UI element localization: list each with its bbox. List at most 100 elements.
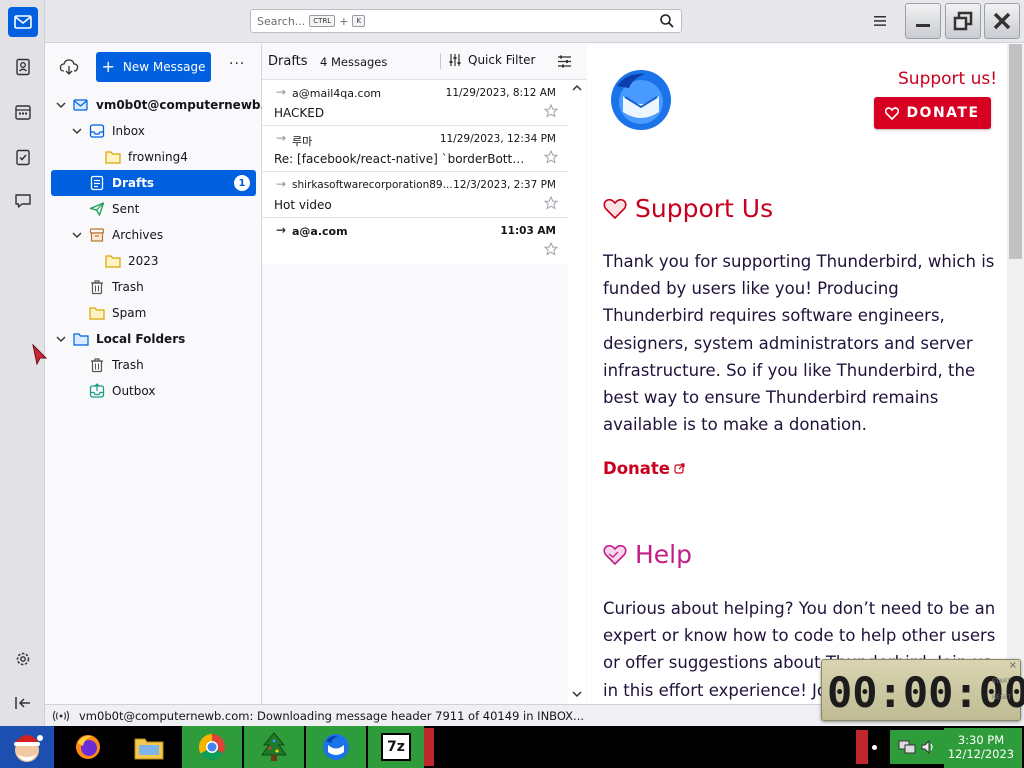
firefox-taskbar-button[interactable] (68, 726, 108, 768)
tasks-button[interactable] (8, 142, 38, 172)
online-status-icon[interactable] (53, 710, 69, 722)
status-text: vm0b0t@computernewb.com: Downloading mes… (79, 708, 585, 723)
chevron-down-icon[interactable] (55, 333, 67, 345)
folder-row-frowning4[interactable]: frowning4 (51, 144, 256, 170)
chevron-down-icon[interactable] (71, 229, 83, 241)
folder-row-local-trash[interactable]: Trash (51, 352, 256, 378)
message-row[interactable]: → 루마 11/29/2023, 12:34 PM Re: [facebook/… (262, 126, 568, 172)
quick-filter-button[interactable]: Quick Filter (448, 53, 535, 67)
star-icon[interactable] (544, 242, 558, 256)
star-icon[interactable] (544, 104, 558, 118)
message-subject: HACKED (274, 106, 325, 120)
external-link-icon (674, 463, 685, 474)
star-icon[interactable] (544, 150, 558, 164)
shortcut-plus: + (339, 14, 349, 28)
donate-link[interactable]: Donate (603, 459, 685, 478)
close-button[interactable] (984, 3, 1020, 39)
draft-arrow-icon: → (276, 85, 287, 99)
thunderbird-window: Search... CTRL + K + New Message ··· vm0… (0, 0, 1024, 726)
folder-row-trash[interactable]: Trash (51, 274, 256, 300)
folder-pane: + New Message ··· vm0b0t@computernewb...… (32, 44, 279, 704)
settings-button[interactable] (8, 644, 38, 674)
folder-icon (105, 253, 121, 269)
message-row[interactable]: → shirkasoftwarecorporation89... 12/3/20… (262, 172, 568, 218)
folder-row-local-folders[interactable]: Local Folders (51, 326, 256, 352)
folder-label: frowning4 (128, 150, 188, 164)
minimize-icon (916, 24, 930, 27)
inbox-icon (89, 123, 105, 139)
folder-icon (89, 305, 105, 321)
message-list-scrollbar[interactable] (568, 80, 586, 704)
start-page-scrollbar[interactable] (1007, 44, 1024, 704)
folder-label: 2023 (128, 254, 159, 268)
donate-button[interactable]: DONATE (874, 97, 991, 129)
timer-reset-label[interactable]: RESET (992, 694, 1011, 701)
search-icon[interactable] (659, 13, 675, 32)
folder-row-outbox[interactable]: Outbox (51, 378, 256, 404)
start-button[interactable] (0, 726, 54, 768)
outbox-icon (89, 383, 105, 399)
calendar-icon (15, 105, 31, 120)
folder-row-archives[interactable]: Archives (51, 222, 256, 248)
7zip-taskbar-button[interactable]: 7z (368, 726, 424, 768)
timer-start-label[interactable]: START (992, 678, 1011, 685)
folder-label: Sent (112, 202, 140, 216)
chrome-taskbar-button[interactable] (182, 726, 242, 768)
folder-pane-menu-button[interactable]: ··· (229, 56, 245, 72)
star-icon[interactable] (544, 196, 558, 210)
scrollbar-thumb[interactable] (1009, 44, 1022, 259)
file-explorer-icon (134, 738, 164, 760)
address-book-icon (16, 58, 30, 76)
timer-close-icon[interactable]: × (1009, 660, 1017, 671)
collapse-spaces-button[interactable] (8, 688, 38, 718)
show-desktop-strip[interactable] (856, 730, 868, 764)
message-subject: Re: [facebook/react-native] `borderBotto… (274, 152, 529, 166)
sent-icon (89, 201, 105, 217)
message-list-empty-area (262, 264, 568, 704)
close-icon (993, 12, 1011, 30)
folder-row-drafts[interactable]: Drafts 1 (51, 170, 256, 196)
chevron-down-icon[interactable] (55, 99, 67, 111)
timer-widget[interactable]: 00:00:00 START RESET × (821, 659, 1024, 721)
folder-row-sent[interactable]: Sent (51, 196, 256, 222)
network-icon[interactable] (898, 739, 916, 755)
volume-icon[interactable] (920, 739, 936, 755)
file-explorer-taskbar-button[interactable] (128, 726, 170, 768)
title-bar: Search... CTRL + K (0, 0, 1024, 43)
display-options-icon[interactable] (557, 54, 572, 69)
christmas-tree-taskbar-button[interactable] (244, 726, 304, 768)
drafts-icon (89, 175, 105, 191)
address-book-button[interactable] (8, 52, 38, 82)
folder-row-2023[interactable]: 2023 (51, 248, 256, 274)
divider (440, 53, 441, 69)
draft-arrow-icon: → (276, 223, 287, 237)
shortcut-key-k: K (352, 15, 366, 27)
mail-space-button[interactable] (8, 7, 38, 37)
message-row[interactable]: → a@mail4qa.com 11/29/2023, 8:12 AM HACK… (262, 80, 568, 126)
message-count: 4 Messages (320, 55, 388, 69)
calendar-button[interactable] (8, 97, 38, 127)
scroll-down-icon[interactable] (572, 690, 582, 698)
message-date: 12/3/2023, 2:37 PM (453, 179, 556, 191)
minimize-button[interactable] (905, 3, 941, 39)
restore-button[interactable] (945, 3, 981, 39)
taskbar-divider (424, 728, 434, 766)
taskbar-clock[interactable]: 3:30 PM 12/12/2023 (946, 733, 1016, 761)
thunderbird-icon (323, 734, 349, 760)
folder-row-account[interactable]: vm0b0t@computernewb.... (51, 92, 279, 118)
app-menu-icon[interactable] (872, 13, 888, 29)
folder-row-spam[interactable]: Spam (51, 300, 256, 326)
new-message-button[interactable]: + New Message (96, 52, 211, 82)
thunderbird-taskbar-button[interactable] (306, 726, 366, 768)
support-us-link[interactable]: Support us! (898, 69, 997, 89)
folder-label: Drafts (112, 176, 155, 190)
local-folder-icon (73, 331, 89, 347)
message-row[interactable]: → a@a.com 11:03 AM (262, 218, 568, 264)
trash-icon (89, 357, 105, 373)
get-messages-icon[interactable] (59, 58, 79, 76)
chevron-down-icon[interactable] (71, 125, 83, 137)
chat-button[interactable] (8, 186, 38, 216)
search-input[interactable]: Search... CTRL + K (250, 9, 682, 33)
folder-row-inbox[interactable]: Inbox (51, 118, 256, 144)
scroll-up-icon[interactable] (572, 84, 582, 92)
